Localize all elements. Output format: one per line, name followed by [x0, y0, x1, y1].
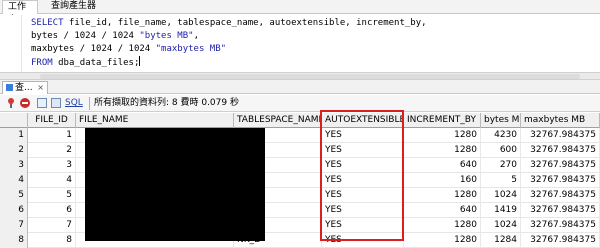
pin-icon[interactable] — [6, 98, 16, 108]
cell-maxbytes-mb: 32767.984375 — [521, 128, 600, 143]
code-line-1: SELECT file_id, file_name, tablespace_na… — [31, 17, 427, 30]
cell-maxbytes-mb: 32767.984375 — [521, 203, 600, 218]
cell-bytes-mb: 4230 — [481, 128, 521, 143]
comma: , — [193, 31, 199, 41]
row-number: 7 — [0, 218, 28, 233]
cell-increment-by: 1280 — [404, 143, 481, 158]
cell-increment-by: 640 — [404, 203, 481, 218]
cell-bytes-mb: 1419 — [481, 203, 521, 218]
row-number: 1 — [0, 128, 28, 143]
column-header-increment-by[interactable]: INCREMENT_BY — [404, 113, 481, 128]
row-number: 5 — [0, 188, 28, 203]
cell-maxbytes-mb: 32767.984375 — [521, 143, 600, 158]
row-number: 6 — [0, 203, 28, 218]
output-tabs: 查... × — [0, 80, 600, 94]
cell-increment-by: 1280 — [404, 218, 481, 233]
cell-bytes-mb: 270 — [481, 158, 521, 173]
cell-increment-by: 160 — [404, 173, 481, 188]
column-header-bytes-mb[interactable]: bytes MB — [481, 113, 521, 128]
keyword-from: FROM — [31, 58, 53, 68]
toolbar-divider — [89, 97, 90, 110]
column-header-file-name[interactable]: FILE_NAME — [76, 113, 234, 128]
cell-file-id: 7 — [28, 218, 76, 233]
code-line-4: FROM dba_data_files; — [31, 56, 427, 69]
row-number: 4 — [0, 173, 28, 188]
editor-horizontal-scrollbar[interactable] — [40, 74, 580, 79]
cell-increment-by: 1280 — [404, 128, 481, 143]
bytes-alias: "bytes MB" — [139, 31, 194, 41]
row-number-header — [0, 113, 28, 128]
text-cursor — [139, 56, 141, 66]
tab-worksheet[interactable]: 工作表 — [2, 0, 38, 25]
row-number: 2 — [0, 143, 28, 158]
bytes-expr: bytes / 1024 / 1024 — [31, 31, 140, 41]
cell-increment-by: 640 — [404, 158, 481, 173]
maxbytes-expr: maxbytes / 1024 / 1024 — [31, 44, 156, 54]
editor-tabs: 工作表 查詢產生器 — [0, 0, 600, 25]
close-icon[interactable]: × — [37, 82, 44, 94]
code-line-3: maxbytes / 1024 / 1024 "maxbytes MB" — [31, 43, 427, 56]
column-header-tablespace[interactable]: TABLESPACE_NAME — [234, 113, 322, 128]
editor-gutter — [0, 15, 22, 72]
result-toolbar: SQL 所有擷取的資料列: 8 費時 0.079 秒 — [0, 95, 600, 112]
cell-file-id: 4 — [28, 173, 76, 188]
sql-editor[interactable]: SELECT file_id, file_name, tablespace_na… — [0, 15, 600, 72]
cell-file-id: 1 — [28, 128, 76, 143]
code-line-2: bytes / 1024 / 1024 "bytes MB", — [31, 30, 427, 43]
fetch-status: 所有擷取的資料列: 8 費時 0.079 秒 — [94, 98, 239, 108]
autoextensible-highlight-box — [320, 110, 404, 241]
row-number: 3 — [0, 158, 28, 173]
cell-increment-by: 1280 — [404, 188, 481, 203]
cell-file-id: 6 — [28, 203, 76, 218]
cell-file-id: 5 — [28, 188, 76, 203]
column-header-maxbytes-mb[interactable]: maxbytes MB — [521, 113, 600, 128]
tab-query-builder[interactable]: 查詢產生器 — [46, 0, 102, 14]
maxbytes-alias: "maxbytes MB" — [155, 44, 227, 54]
cell-file-id: 3 — [28, 158, 76, 173]
cancel-icon[interactable] — [20, 98, 30, 108]
export-icon[interactable] — [37, 98, 47, 108]
sql-code[interactable]: SELECT file_id, file_name, tablespace_na… — [31, 17, 427, 69]
keyword-select: SELECT — [31, 18, 64, 28]
tab-query-result[interactable]: 查... × — [2, 81, 48, 94]
cell-bytes-mb: 5 — [481, 173, 521, 188]
pane-splitter[interactable] — [0, 72, 600, 80]
query-result-label: 查... — [15, 83, 33, 93]
column-header-file-id[interactable]: FILE_ID — [28, 113, 76, 128]
cell-maxbytes-mb: 32767.984375 — [521, 218, 600, 233]
cell-maxbytes-mb: 32767.984375 — [521, 173, 600, 188]
grid-icon — [6, 84, 13, 91]
grid-header: FILE_ID FILE_NAME TABLESPACE_NAME AUTOEX… — [0, 113, 600, 128]
redaction-block — [85, 128, 265, 241]
cell-maxbytes-mb: 32767.984375 — [521, 158, 600, 173]
from-table: dba_data_files; — [52, 58, 140, 68]
cell-bytes-mb: 1024 — [481, 218, 521, 233]
fetch-rows-icon[interactable] — [51, 98, 61, 108]
cell-file-id: 2 — [28, 143, 76, 158]
select-columns: file_id, file_name, tablespace_name, aut… — [63, 18, 427, 28]
sql-button[interactable]: SQL — [65, 97, 83, 109]
cell-bytes-mb: 1024 — [481, 188, 521, 203]
cell-bytes-mb: 600 — [481, 143, 521, 158]
result-grid[interactable]: FILE_ID FILE_NAME TABLESPACE_NAME AUTOEX… — [0, 110, 600, 248]
cell-maxbytes-mb: 32767.984375 — [521, 188, 600, 203]
